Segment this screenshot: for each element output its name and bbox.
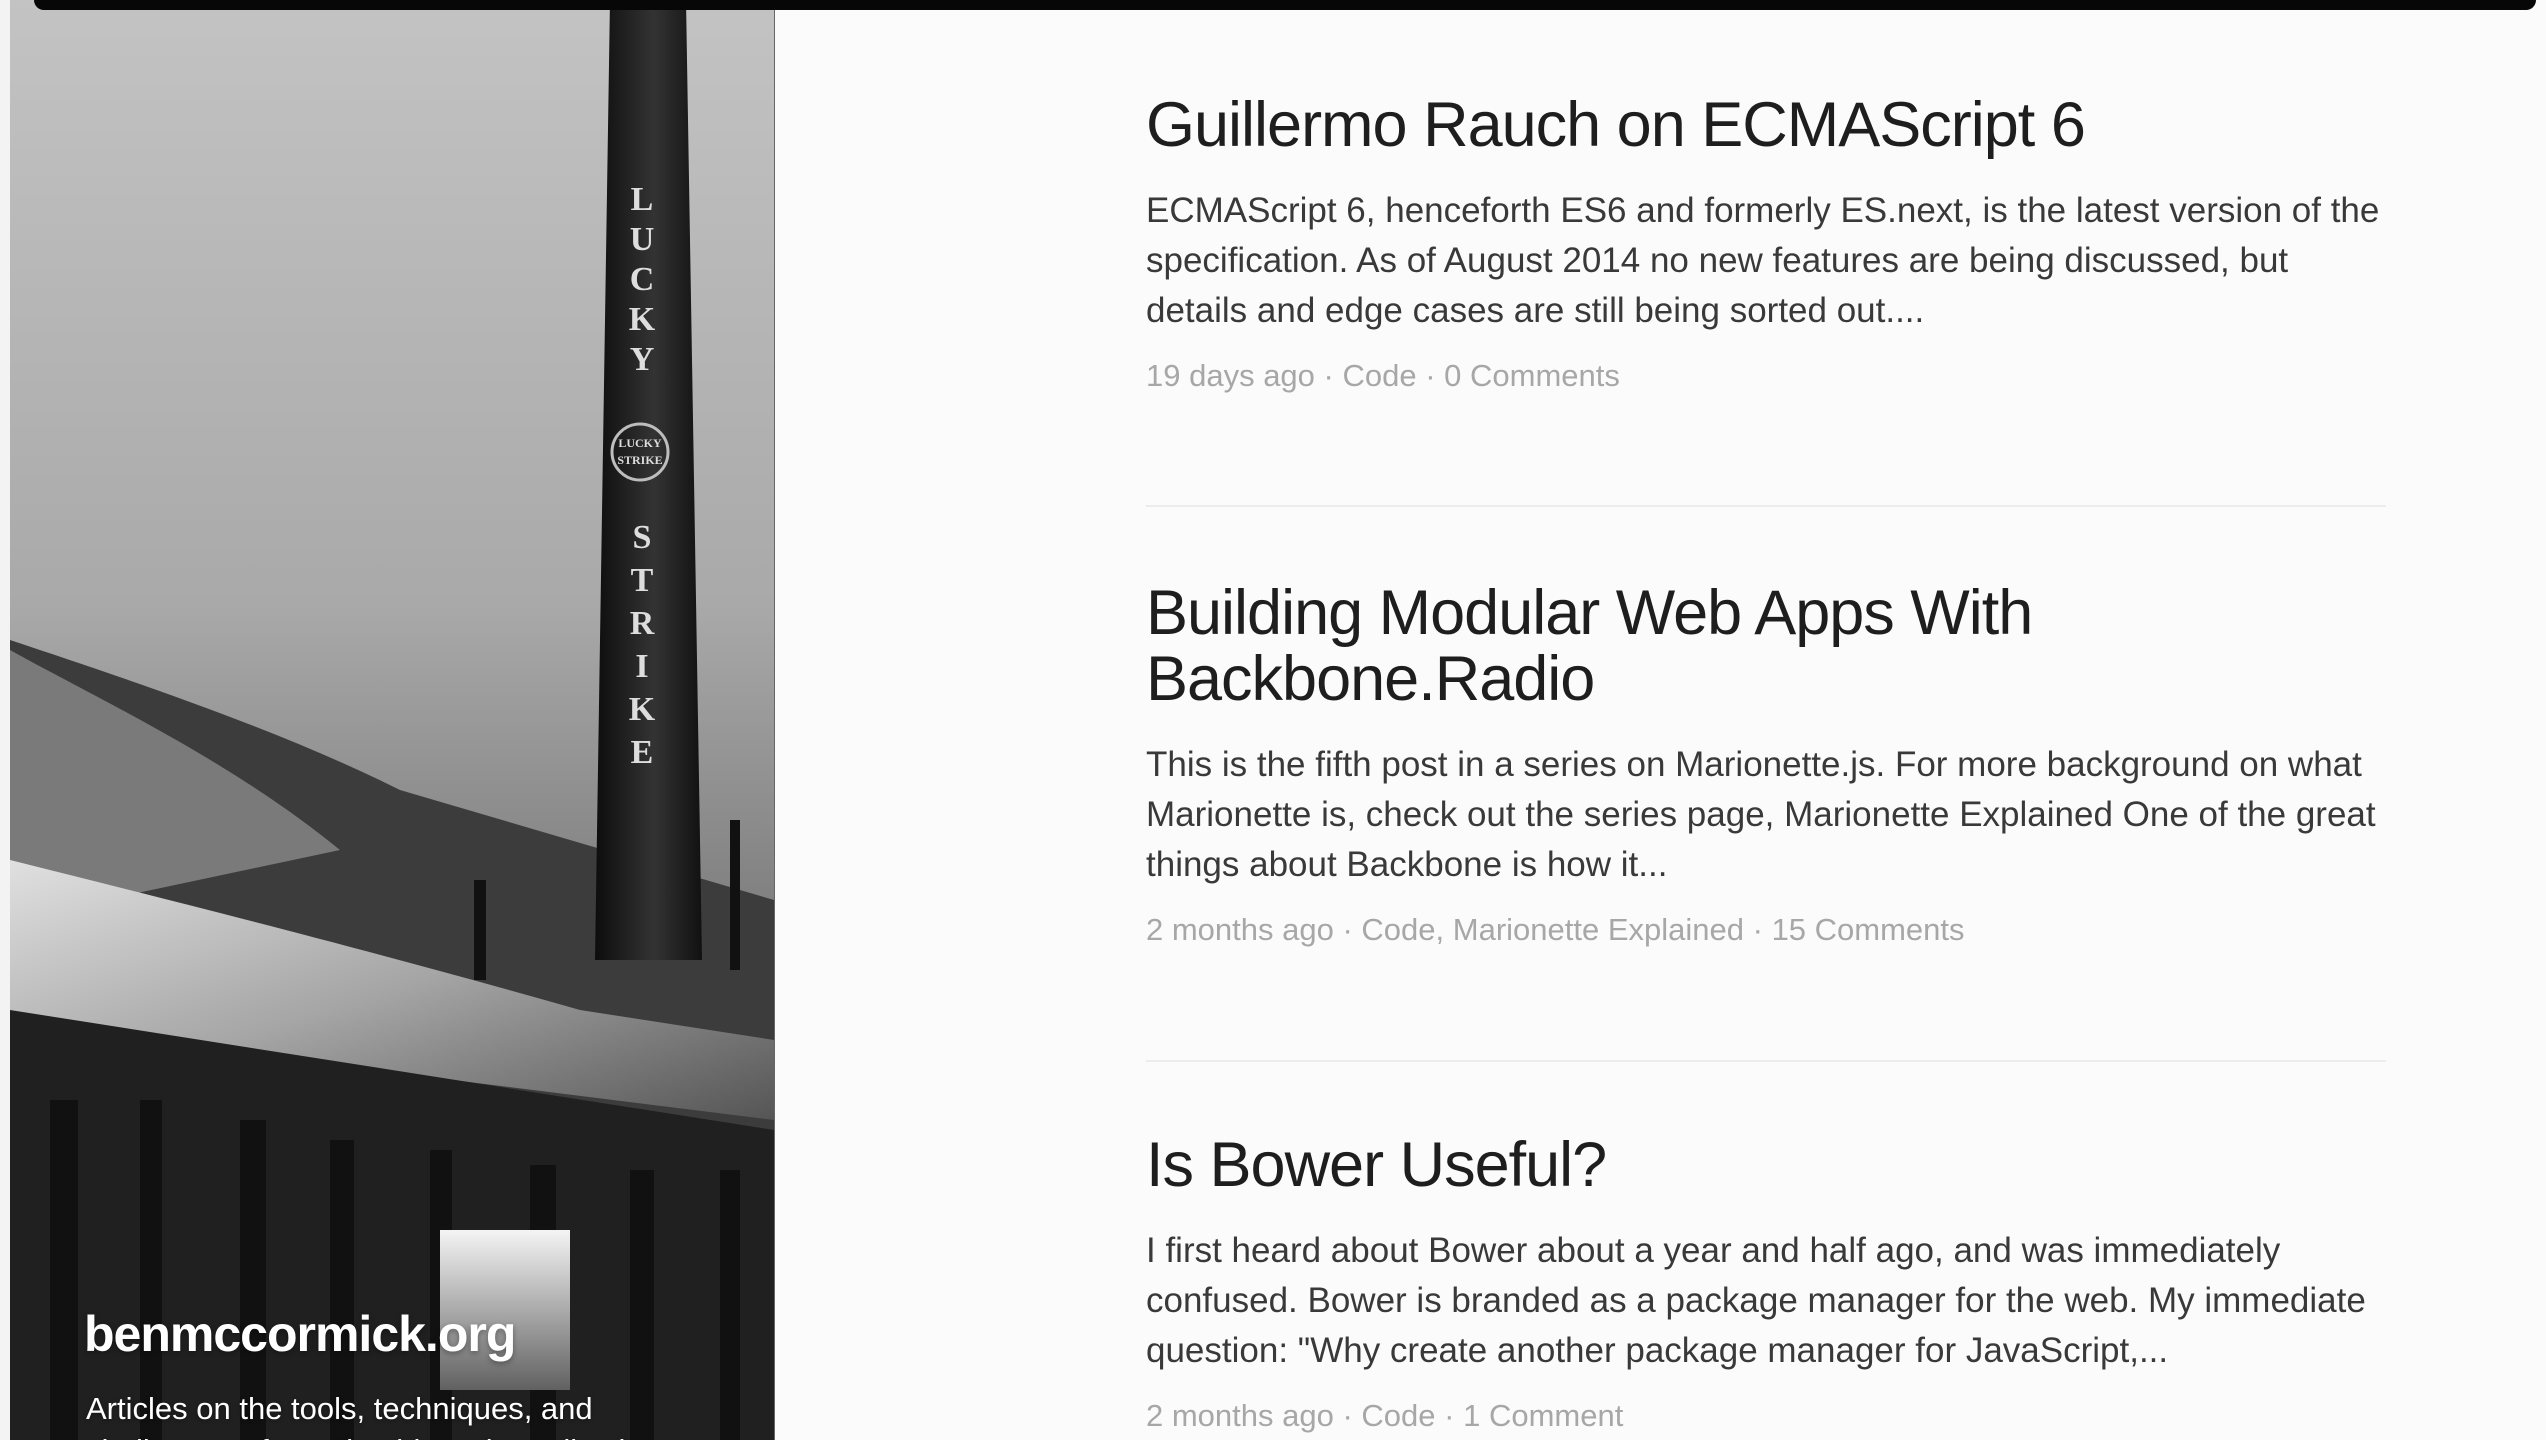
- post-excerpt: This is the fifth post in a series on Ma…: [1146, 745, 2376, 884]
- meta-separator: ·: [1333, 912, 1362, 947]
- post-title[interactable]: Building Modular Web Apps With Backbone.…: [1146, 580, 2386, 712]
- chimney-badge-text: STRIKE: [617, 453, 662, 467]
- chimney-lucky-text: LUCKY: [629, 181, 656, 378]
- meta-separator: ·: [1314, 358, 1343, 393]
- post-card-es6: Guillermo Rauch on ECMAScript 6 ECMAScri…: [1146, 92, 2386, 396]
- post-categories[interactable]: Code: [1361, 1398, 1435, 1433]
- meta-separator: ·: [1435, 1398, 1464, 1433]
- post-meta: 2 months ago · Code · 1 Comment: [1146, 1396, 2386, 1436]
- post-categories[interactable]: Code: [1342, 358, 1416, 393]
- post-title[interactable]: Is Bower Useful?: [1146, 1132, 2386, 1198]
- site-title[interactable]: benmccormick.org: [84, 1305, 516, 1363]
- sidebar-photo: LUCKY STRIKE LUCKY STRIKE: [10, 0, 774, 1440]
- post-date: 2 months ago: [1146, 1398, 1334, 1433]
- post-title[interactable]: Guillermo Rauch on ECMAScript 6: [1146, 92, 2386, 158]
- post-excerpt: ECMAScript 6, henceforth ES6 and formerl…: [1146, 191, 2380, 330]
- chimney-badge-text: LUCKY: [618, 436, 662, 450]
- post-categories[interactable]: Code, Marionette Explained: [1361, 912, 1744, 947]
- post-date: 19 days ago: [1146, 358, 1315, 393]
- post-date: 2 months ago: [1146, 912, 1334, 947]
- meta-separator: ·: [1744, 912, 1772, 947]
- meta-separator: ·: [1416, 358, 1445, 393]
- post-divider: [1146, 505, 2386, 507]
- post-card-backbone-radio: Building Modular Web Apps With Backbone.…: [1146, 580, 2386, 950]
- site-tagline: Articles on the tools, techniques, and c…: [86, 1391, 675, 1440]
- post-meta: 19 days ago · Code · 0 Comments: [1146, 356, 2386, 396]
- sidebar: LUCKY STRIKE LUCKY STRIKE benmccormick.o…: [10, 0, 775, 1440]
- post-comments-link[interactable]: 15 Comments: [1772, 912, 1965, 947]
- post-feed: Guillermo Rauch on ECMAScript 6 ECMAScri…: [1146, 0, 2386, 1440]
- post-meta: 2 months ago · Code, Marionette Explaine…: [1146, 910, 2386, 950]
- post-card-bower: Is Bower Useful? I first heard about Bow…: [1146, 1132, 2386, 1436]
- post-comments-link[interactable]: 1 Comment: [1463, 1398, 1623, 1433]
- post-divider: [1146, 1060, 2386, 1062]
- post-comments-link[interactable]: 0 Comments: [1444, 358, 1620, 393]
- post-excerpt: I first heard about Bower about a year a…: [1146, 1231, 2366, 1370]
- meta-separator: ·: [1333, 1398, 1362, 1433]
